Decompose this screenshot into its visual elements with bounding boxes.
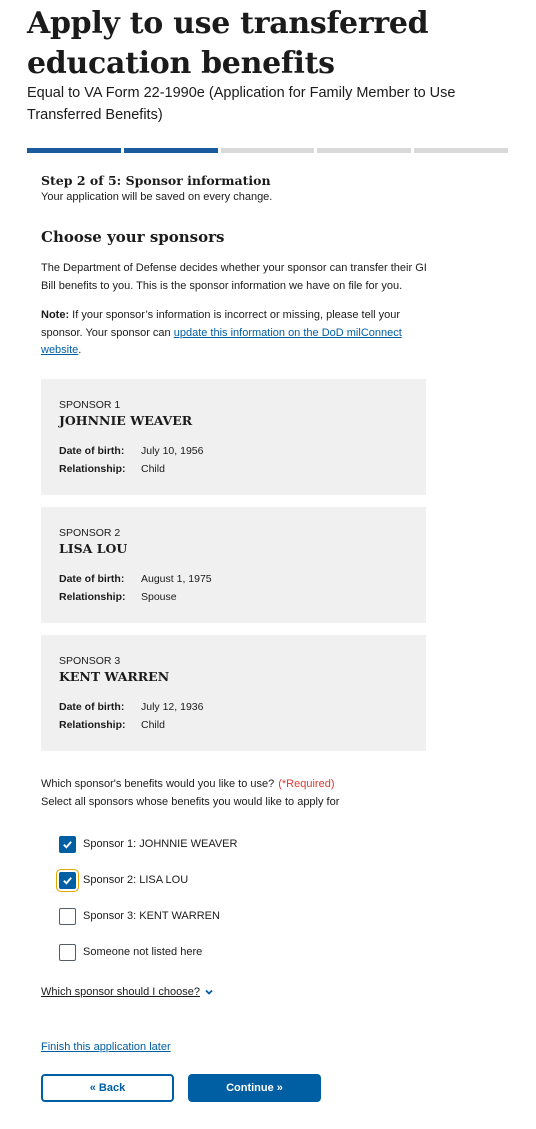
checkbox-sponsor-3[interactable] — [59, 907, 76, 925]
dob-label: Date of birth: — [59, 573, 125, 585]
progress-segment-3 — [220, 148, 315, 153]
sponsor-card-2: SPONSOR 2 LISA LOU Date of birth: August … — [41, 507, 426, 623]
chevron-down-icon — [205, 989, 213, 995]
question-label: Which sponsor's benefits would you like … — [41, 778, 275, 790]
relationship-value: Spouse — [141, 591, 177, 603]
checkbox-label[interactable]: Sponsor 2: LISA LOU — [83, 872, 188, 888]
checkmark-icon — [63, 840, 72, 849]
section-title: Choose your sponsors — [41, 228, 225, 246]
question-hint: Select all sponsors whose benefits you w… — [41, 796, 340, 808]
dob-label: Date of birth: — [59, 445, 125, 457]
note-label: Note: — [41, 309, 70, 321]
sponsor-name: KENT WARREN — [59, 669, 170, 684]
option-sponsor-2[interactable]: Sponsor 2: LISA LOU — [59, 871, 188, 889]
option-sponsor-1[interactable]: Sponsor 1: JOHNNIE WEAVER — [59, 835, 237, 853]
progress-segment-2 — [123, 148, 218, 153]
sponsor-card-3: SPONSOR 3 KENT WARREN Date of birth: July… — [41, 635, 426, 751]
sponsor-number: SPONSOR 2 — [59, 527, 121, 539]
dob-value: July 10, 1956 — [141, 445, 204, 457]
step-title: Step 2 of 5: Sponsor information — [41, 173, 271, 188]
sponsor-question: Which sponsor's benefits would you like … — [41, 776, 334, 792]
sponsor-number: SPONSOR 1 — [59, 399, 121, 411]
page-subtitle: Equal to VA Form 22-1990e (Application f… — [27, 85, 456, 123]
option-sponsor-3[interactable]: Sponsor 3: KENT WARREN — [59, 907, 220, 925]
progress-segment-1 — [27, 148, 121, 153]
dob-value: August 1, 1975 — [141, 573, 212, 585]
sponsor-name: LISA LOU — [59, 541, 128, 556]
sponsor-name: JOHNNIE WEAVER — [59, 413, 193, 428]
continue-button[interactable]: Continue » — [188, 1074, 321, 1102]
relationship-label: Relationship: — [59, 591, 126, 603]
progress-bar — [27, 148, 508, 153]
save-note: Your application will be saved on every … — [41, 191, 273, 203]
relationship-value: Child — [141, 719, 165, 731]
relationship-label: Relationship: — [59, 463, 126, 475]
checkbox-sponsor-2[interactable] — [59, 871, 76, 889]
dob-value: July 12, 1936 — [141, 701, 204, 713]
finish-later-link[interactable]: Finish this application later — [41, 1039, 171, 1055]
sponsor-number: SPONSOR 3 — [59, 655, 121, 667]
progress-segment-5 — [414, 148, 508, 153]
relationship-label: Relationship: — [59, 719, 126, 731]
checkbox-not-listed[interactable] — [59, 943, 76, 961]
note-text: Note: If your sponsor’s information is i… — [41, 307, 441, 360]
checkbox-label[interactable]: Sponsor 1: JOHNNIE WEAVER — [83, 836, 237, 852]
sponsor-card-1: SPONSOR 1 JOHNNIE WEAVER Date of birth: J… — [41, 379, 426, 495]
which-sponsor-expander[interactable]: Which sponsor should I choose? — [41, 984, 214, 1000]
checkbox-label[interactable]: Sponsor 3: KENT WARREN — [83, 908, 220, 924]
checkbox-sponsor-1[interactable] — [59, 835, 76, 853]
checkbox-label[interactable]: Someone not listed here — [83, 944, 202, 960]
back-button[interactable]: « Back — [41, 1074, 174, 1102]
dob-label: Date of birth: — [59, 701, 125, 713]
option-not-listed[interactable]: Someone not listed here — [59, 943, 202, 961]
progress-segment-4 — [317, 148, 412, 153]
relationship-value: Child — [141, 463, 165, 475]
required-marker: (*Required) — [278, 778, 335, 790]
intro-text: The Department of Defense decides whethe… — [41, 262, 427, 292]
checkmark-icon — [63, 876, 72, 885]
page-title: Apply to use transferred education benef… — [27, 6, 429, 81]
expander-label[interactable]: Which sponsor should I choose? — [41, 984, 200, 1000]
note-end: . — [78, 344, 82, 356]
